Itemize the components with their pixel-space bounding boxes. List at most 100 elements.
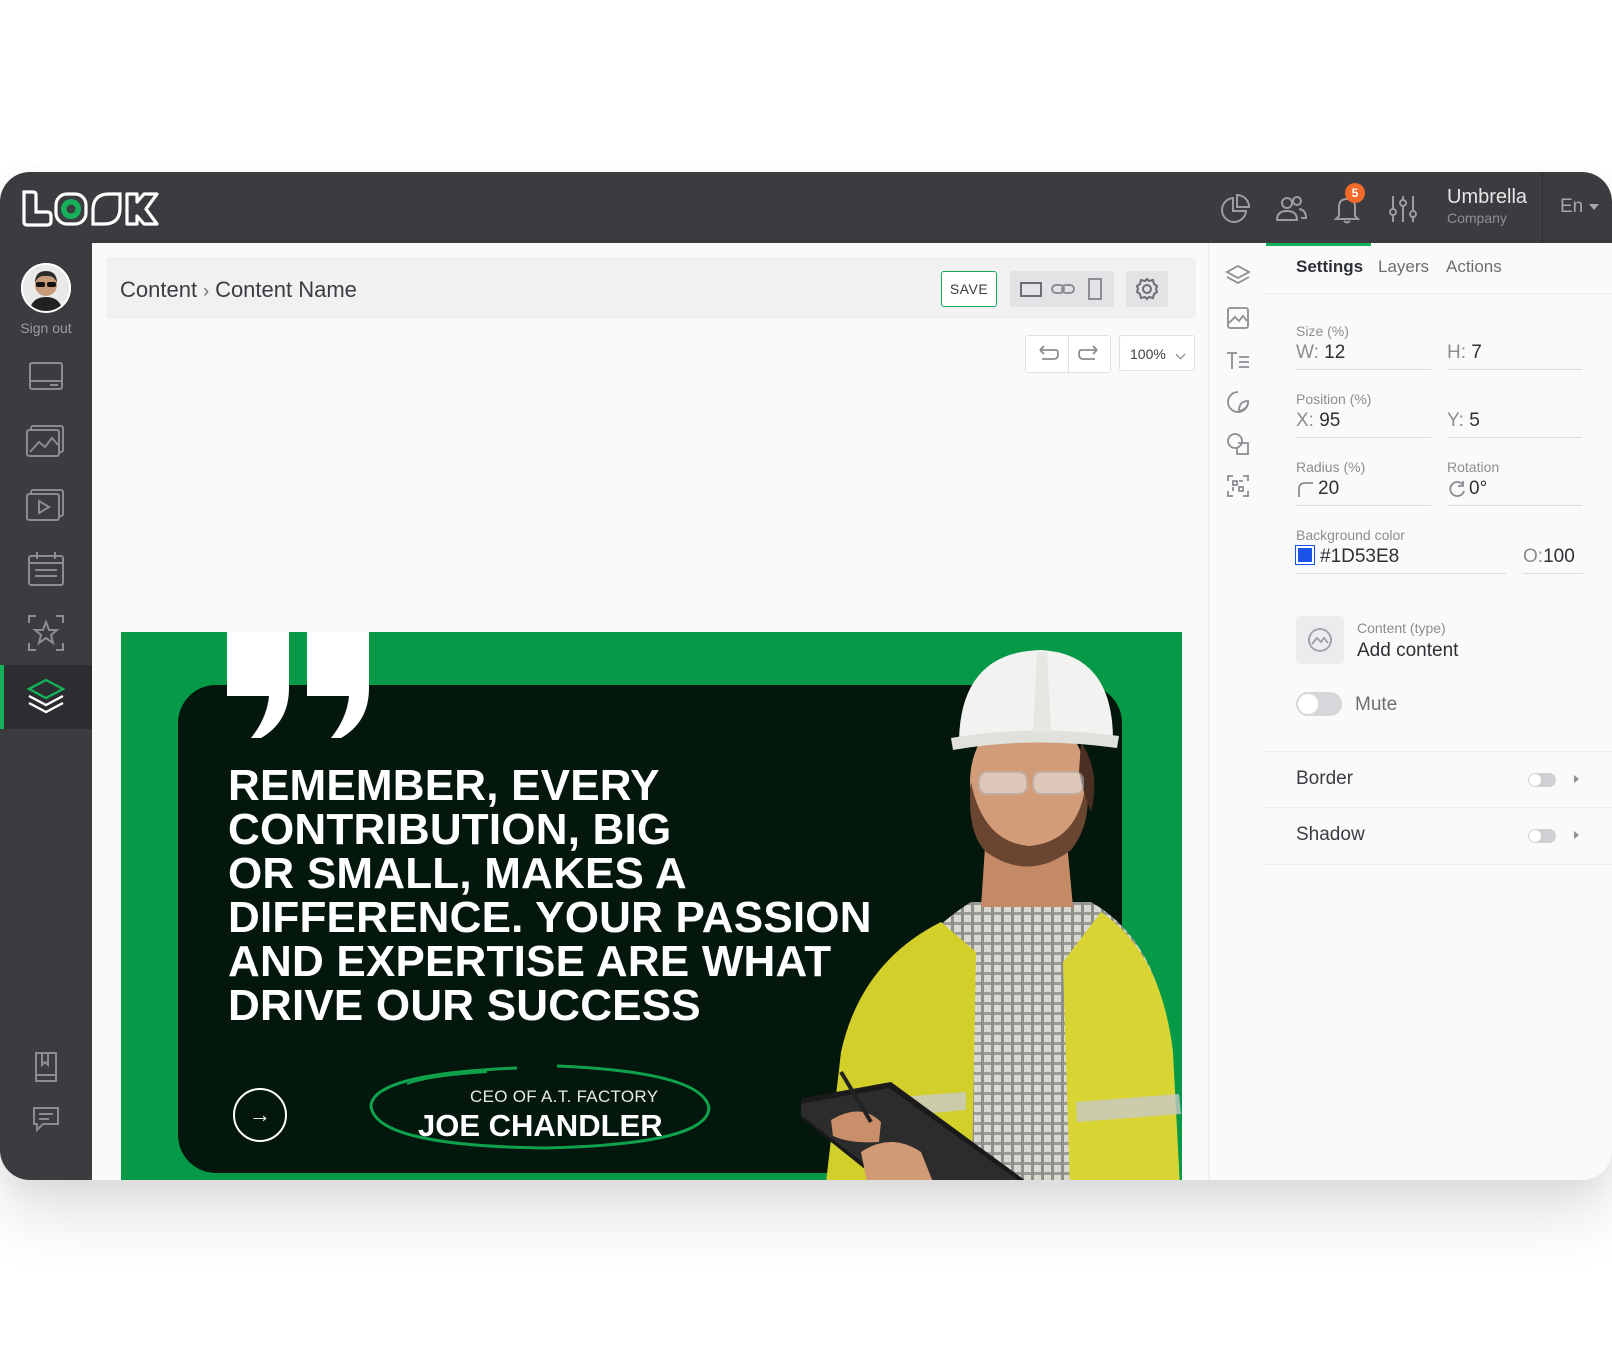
editor-workspace: Content › Content Name SAVE 100% REMEMBE…: [92, 243, 1208, 1180]
opacity-field[interactable]: O:100: [1523, 541, 1583, 574]
headline-line: DIFFERENCE. YOUR PASSION: [228, 893, 872, 942]
save-button[interactable]: SAVE: [941, 271, 997, 307]
breadcrumb-root[interactable]: Content: [120, 277, 197, 302]
sidebar-item-displays[interactable]: [0, 345, 92, 409]
chevron-right-icon: [1574, 831, 1579, 839]
language-select[interactable]: En: [1560, 196, 1600, 218]
chevron-right-icon: [1574, 775, 1579, 783]
qr-tool-icon[interactable]: [1225, 473, 1251, 499]
undo-button[interactable]: [1026, 336, 1068, 372]
y-value: 5: [1469, 410, 1480, 431]
analytics-icon[interactable]: [1218, 192, 1252, 226]
person-title: CEO OF A.T. FACTORY: [470, 1087, 659, 1106]
tab-layers[interactable]: Layers: [1378, 257, 1429, 277]
chat-icon: [33, 1107, 59, 1133]
opacity-prefix: O:: [1523, 546, 1544, 567]
app-window: 5 Umbrella Company En Sign out Content ›…: [0, 172, 1612, 1180]
sidebar-item-images[interactable]: [0, 409, 92, 473]
breadcrumb-bar: Content › Content Name SAVE: [106, 257, 1196, 319]
divider: [1542, 172, 1543, 243]
arrow-right-button[interactable]: →: [233, 1088, 287, 1142]
device-toggle-group: [1010, 271, 1114, 307]
height-field[interactable]: H: 7: [1447, 337, 1582, 370]
top-bar: 5 Umbrella Company En: [0, 172, 1612, 243]
corner-radius-icon: [1298, 482, 1313, 497]
sign-out-link[interactable]: Sign out: [0, 320, 92, 336]
layers-tool-icon[interactable]: [1225, 263, 1251, 289]
mute-label: Mute: [1355, 694, 1398, 715]
calendar-icon: [28, 552, 64, 586]
person-name: JOE CHANDLER: [418, 1108, 663, 1143]
image-placeholder-icon: [1308, 628, 1332, 652]
border-label: Border: [1296, 768, 1354, 789]
sticker-tool-icon[interactable]: [1225, 389, 1251, 415]
rotate-icon: [1449, 480, 1465, 497]
panel-tabs: Settings Layers Actions: [1266, 243, 1612, 294]
content-type-label: Content (type): [1357, 620, 1446, 636]
tab-indicator: [1266, 243, 1371, 246]
shadow-toggle[interactable]: [1528, 829, 1556, 843]
language-label: En: [1560, 196, 1584, 217]
image-tool-icon[interactable]: [1225, 305, 1251, 331]
company-switcher[interactable]: Umbrella Company: [1447, 186, 1527, 226]
x-prefix: X:: [1296, 410, 1314, 431]
sidebar-item-schedule[interactable]: [0, 537, 92, 601]
avatar[interactable]: [21, 263, 71, 313]
quote-mark-icon: [227, 632, 369, 738]
width-value: 12: [1324, 342, 1346, 363]
y-field[interactable]: Y: 5: [1447, 405, 1582, 438]
headline-line: OR SMALL, MAKES A: [228, 849, 687, 898]
sliders-icon[interactable]: [1386, 192, 1420, 226]
logo[interactable]: [20, 188, 170, 228]
add-content-link[interactable]: Add content: [1357, 640, 1458, 662]
x-value: 95: [1319, 410, 1341, 431]
opacity-value: 100: [1543, 546, 1575, 567]
tab-actions[interactable]: Actions: [1446, 257, 1502, 277]
shadow-section[interactable]: Shadow: [1266, 807, 1612, 865]
zoom-value: 100%: [1130, 346, 1166, 362]
breadcrumb-separator: ›: [203, 281, 210, 301]
book-icon: [35, 1052, 57, 1082]
x-field[interactable]: X: 95: [1296, 405, 1431, 438]
landscape-icon[interactable]: [1018, 277, 1044, 301]
border-section[interactable]: Border: [1266, 751, 1612, 808]
undo-icon: [1039, 345, 1059, 360]
content-canvas[interactable]: REMEMBER, EVERY CONTRIBUTION, BIG OR SMA…: [121, 632, 1182, 1180]
shapes-tool-icon[interactable]: [1225, 431, 1251, 457]
height-value: 7: [1471, 342, 1482, 363]
radius-field[interactable]: 20: [1296, 473, 1431, 506]
sidebar-item-videos[interactable]: [0, 473, 92, 537]
tab-settings[interactable]: Settings: [1296, 257, 1363, 277]
left-sidebar: Sign out: [0, 243, 92, 1180]
image-icon: [26, 425, 64, 457]
portrait-icon[interactable]: [1082, 277, 1108, 301]
company-name: Umbrella: [1447, 186, 1528, 208]
width-field[interactable]: W: 12: [1296, 337, 1431, 370]
sidebar-item-favorites[interactable]: [0, 601, 92, 665]
caret-down-icon: [1589, 203, 1600, 210]
shadow-label: Shadow: [1296, 824, 1365, 845]
company-subtitle: Company: [1447, 210, 1507, 226]
border-toggle[interactable]: [1528, 773, 1556, 787]
breadcrumb: Content › Content Name: [120, 277, 357, 303]
chevron-down-icon: [1175, 349, 1186, 360]
settings-button[interactable]: [1126, 271, 1168, 307]
redo-icon: [1078, 345, 1098, 360]
look-logo-icon: [22, 190, 159, 227]
text-tool-icon[interactable]: [1225, 347, 1251, 373]
rotation-field[interactable]: 0°: [1447, 473, 1582, 506]
zoom-select[interactable]: 100%: [1119, 335, 1195, 371]
color-swatch[interactable]: [1295, 545, 1315, 566]
sidebar-item-content[interactable]: [0, 665, 92, 729]
element-toolstrip: [1208, 243, 1268, 1180]
sidebar-item-support[interactable]: [0, 1087, 92, 1151]
height-prefix: H:: [1447, 342, 1466, 363]
mute-toggle[interactable]: [1296, 692, 1342, 716]
content-type-button[interactable]: [1296, 616, 1344, 664]
headline-line: REMEMBER, EVERY: [228, 761, 660, 810]
link-icon[interactable]: [1050, 277, 1076, 301]
users-icon[interactable]: [1274, 192, 1308, 226]
bgcolor-field[interactable]: #1D53E8: [1295, 541, 1506, 574]
redo-button[interactable]: [1068, 336, 1111, 372]
gear-icon: [1135, 277, 1159, 301]
